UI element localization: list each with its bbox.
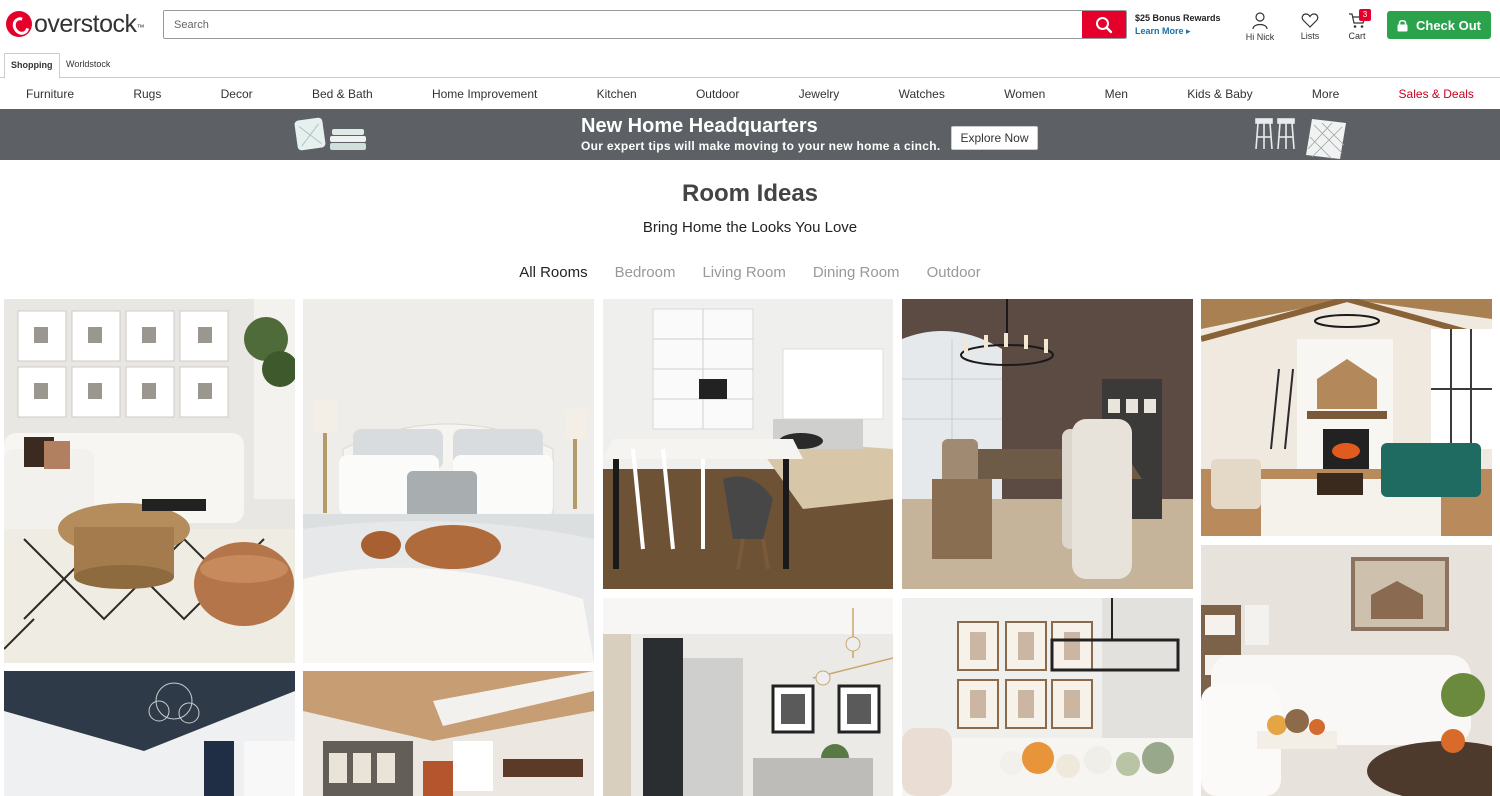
filter-outdoor[interactable]: Outdoor — [927, 264, 981, 281]
user-icon — [1252, 12, 1268, 30]
account-label: Hi Nick — [1245, 32, 1275, 42]
nav-item-kitchen[interactable]: Kitchen — [597, 87, 637, 101]
promo-banner[interactable]: New Home Headquarters Our expert tips wi… — [0, 109, 1500, 160]
banner-subtitle: Our expert tips will make moving to your… — [581, 139, 941, 153]
nav-item-jewelry[interactable]: Jewelry — [799, 87, 840, 101]
room-photo-bedroom-dog[interactable] — [303, 299, 594, 663]
search-icon — [1096, 16, 1113, 33]
filter-all-rooms[interactable]: All Rooms — [519, 264, 587, 281]
page-subtitle: Bring Home the Looks You Love — [642, 219, 858, 236]
nav-item-outdoor[interactable]: Outdoor — [696, 87, 739, 101]
filter-bedroom[interactable]: Bedroom — [615, 264, 676, 281]
nav-item-rugs[interactable]: Rugs — [133, 87, 161, 101]
nav-item-men[interactable]: Men — [1105, 87, 1128, 101]
checkout-button[interactable]: Check Out — [1387, 11, 1491, 39]
top-header: overstock ™ $25 Bonus Rewards Learn More… — [0, 0, 1500, 50]
search-input[interactable] — [164, 11, 1082, 38]
filter-dining-room[interactable]: Dining Room — [813, 264, 900, 281]
checkout-label: Check Out — [1415, 17, 1481, 33]
overstock-logo[interactable]: overstock ™ — [6, 10, 144, 38]
banner-title: New Home Headquarters — [581, 115, 818, 137]
tab-worldstock[interactable]: Worldstock — [60, 53, 116, 78]
logo-text: overstock — [34, 9, 137, 38]
stools-rug-graphic — [1255, 118, 1346, 159]
logo-mark-icon — [6, 11, 32, 37]
room-filter-tabs: All Rooms Bedroom Living Room Dining Roo… — [0, 264, 1500, 281]
nav-item-home-improvement[interactable]: Home Improvement — [432, 87, 537, 101]
lock-icon — [1397, 19, 1408, 31]
pillow-towels-graphic — [294, 117, 366, 151]
bonus-title: $25 Bonus Rewards — [1135, 13, 1221, 23]
bonus-rewards: $25 Bonus Rewards Learn More ▸ — [1135, 13, 1221, 37]
nav-item-watches[interactable]: Watches — [899, 87, 945, 101]
learn-more-link[interactable]: Learn More ▸ — [1135, 26, 1221, 37]
room-photo-hallway-pendant[interactable] — [603, 598, 893, 796]
nav-item-furniture[interactable]: Furniture — [26, 87, 74, 101]
room-photo-dining-pumpkins[interactable] — [902, 598, 1193, 796]
nav-item-kids-baby[interactable]: Kids & Baby — [1187, 87, 1252, 101]
tab-shopping[interactable]: Shopping — [4, 53, 60, 79]
cart-label: Cart — [1348, 31, 1366, 41]
nav-item-women[interactable]: Women — [1004, 87, 1045, 101]
nav-item-decor[interactable]: Decor — [221, 87, 253, 101]
heart-icon — [1301, 13, 1319, 28]
cart-button[interactable]: 3 Cart — [1337, 9, 1377, 41]
lists-label: Lists — [1300, 31, 1320, 41]
nav-item-more[interactable]: More — [1312, 87, 1339, 101]
lists-button[interactable]: Lists — [1290, 12, 1330, 41]
nav-item-bed-bath[interactable]: Bed & Bath — [312, 87, 373, 101]
room-photo-living-white-sofa-fall[interactable] — [1201, 545, 1492, 796]
cart-count-badge: 3 — [1359, 9, 1371, 21]
room-photo-kitchen-wood-ceiling[interactable] — [303, 671, 594, 796]
room-photo-living-white-sofa[interactable] — [4, 299, 295, 663]
nav-item-sales-deals[interactable]: Sales & Deals — [1399, 87, 1474, 101]
room-photo-living-fireplace[interactable] — [1201, 299, 1492, 536]
account-button[interactable]: Hi Nick — [1240, 12, 1280, 42]
room-photo-dining-chandelier[interactable] — [902, 299, 1193, 589]
search-button[interactable] — [1082, 11, 1126, 38]
room-photo-chandelier-navy-ceiling[interactable] — [4, 671, 295, 796]
category-nav: Furniture Rugs Decor Bed & Bath Home Imp… — [0, 79, 1500, 109]
room-photo-dining-white-chairs[interactable] — [603, 299, 893, 589]
search-bar — [163, 10, 1127, 39]
page-title: Room Ideas — [681, 180, 819, 207]
explore-now-button[interactable]: Explore Now — [951, 126, 1038, 150]
filter-living-room[interactable]: Living Room — [702, 264, 785, 281]
site-tabs: Shopping Worldstock — [0, 53, 1500, 79]
